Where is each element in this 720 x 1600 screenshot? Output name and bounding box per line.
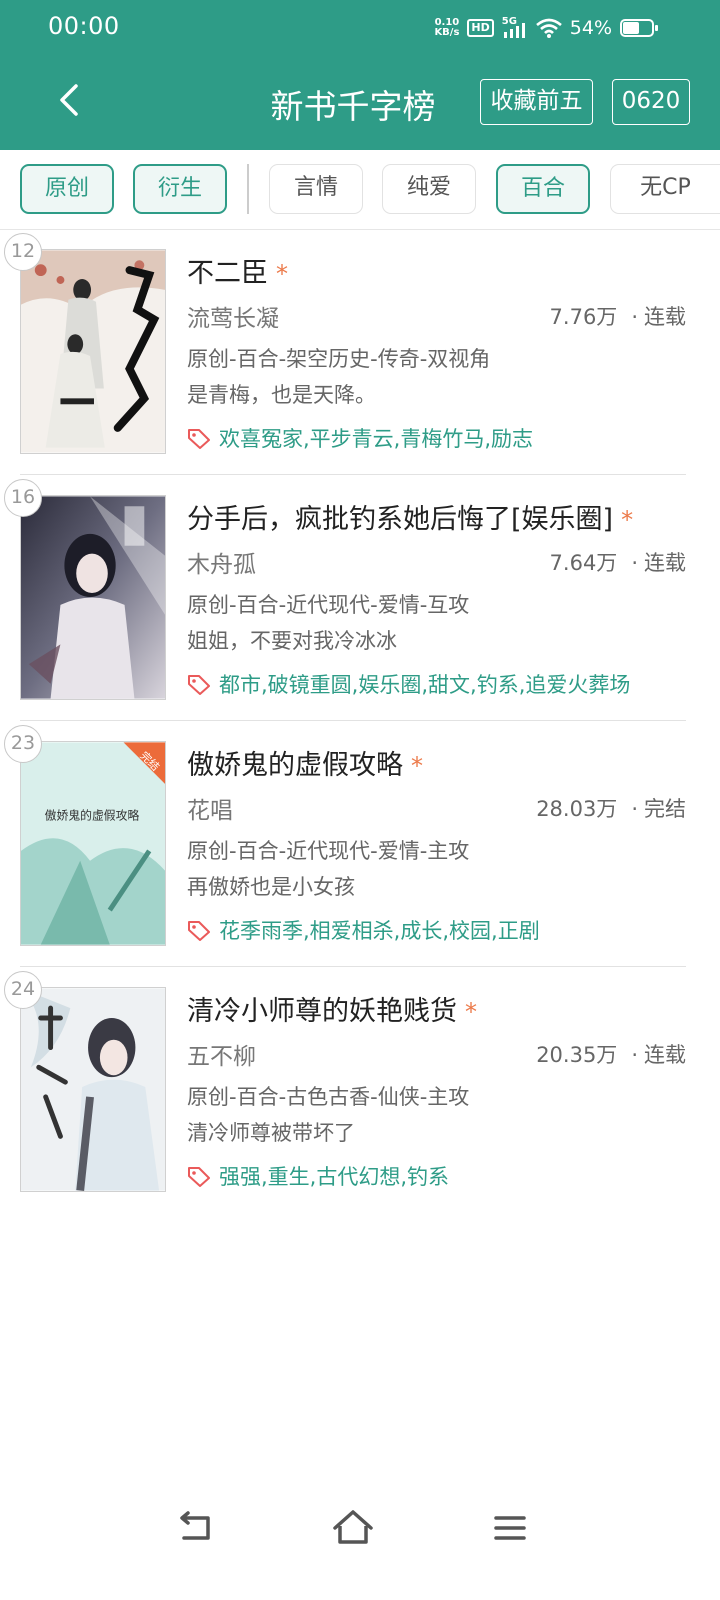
- book-author[interactable]: 流莺长凝: [187, 299, 279, 333]
- book-genre: 原创-百合-古色古香-仙侠-主攻: [187, 1085, 470, 1109]
- filter-chips: 原创 衍生 言情 纯爱 百合 无CP: [0, 150, 720, 230]
- book-genre: 原创-百合-近代现代-爱情-主攻: [187, 839, 470, 863]
- net-speed: 0.10 KB/s: [434, 17, 460, 38]
- book-title[interactable]: 不二臣 *: [187, 251, 288, 290]
- tag-icon: [188, 1167, 210, 1187]
- book-meta: 20.35万 · 连载: [536, 1043, 686, 1067]
- system-nav-bar: [0, 1490, 720, 1570]
- book-author[interactable]: 五不柳: [187, 1037, 256, 1071]
- book-summary: 是青梅，也是天降。: [187, 383, 376, 407]
- book-status: 连载: [644, 1043, 686, 1067]
- status-icons: 0.10 KB/s HD 5G 54%: [434, 14, 658, 42]
- app-bar: 00:00 0.10 KB/s HD 5G 54% 新书千字榜 收藏前五 062…: [0, 0, 720, 150]
- chip-bl[interactable]: 纯爱: [382, 164, 476, 214]
- book-meta: 7.64万 · 连载: [549, 551, 686, 575]
- book-status: 连载: [644, 551, 686, 575]
- signal-icon: 5G: [502, 16, 528, 38]
- chip-romance[interactable]: 言情: [269, 164, 363, 214]
- book-author[interactable]: 花唱: [187, 791, 233, 825]
- book-cover[interactable]: [20, 495, 166, 700]
- status-time: 00:00: [48, 12, 120, 40]
- word-count: 7.64万: [549, 551, 618, 575]
- book-title[interactable]: 清冷小师尊的妖艳贱货 *: [187, 989, 477, 1028]
- cover-title-text: 傲娇鬼的虚假攻略: [45, 808, 140, 822]
- book-item[interactable]: 24 清冷小师尊的妖艳贱货 * 五不柳 20.35万 · 连载 原创-百合-古色古香-…: [0, 967, 720, 1213]
- home-nav-icon[interactable]: [329, 1504, 377, 1552]
- book-meta: 7.76万 · 连载: [549, 305, 686, 329]
- battery-icon: [620, 19, 658, 37]
- book-title[interactable]: 傲娇鬼的虚假攻略 *: [187, 743, 423, 782]
- rank-badge: 24: [4, 971, 42, 1009]
- book-cover[interactable]: 傲娇鬼的虚假攻略 完结: [20, 741, 166, 946]
- star-marker: *: [411, 752, 423, 780]
- book-tags: 花季雨季,相爱相杀,成长,校园,正剧: [187, 915, 540, 945]
- rank-badge: 23: [4, 725, 42, 763]
- book-item[interactable]: 12 不二臣 * 流莺长凝 7.76万 · 连载 原创-百合-架空历史-传奇-双视角 …: [0, 229, 720, 475]
- book-status: 完结: [644, 797, 686, 821]
- book-item[interactable]: 16 分手后，疯批钓系她后悔了[娱乐圈] * 木舟孤 7.64万 · 连载 原创-百合…: [0, 475, 720, 721]
- cover-art-4: [21, 988, 165, 1191]
- star-marker: *: [276, 260, 288, 288]
- book-summary: 再傲娇也是小女孩: [187, 875, 355, 899]
- book-summary: 姐姐，不要对我冷冰冰: [187, 629, 397, 653]
- battery-percent: 54%: [569, 17, 612, 39]
- book-tags: 都市,破镜重圆,娱乐圈,甜文,钓系,追爱火葬场: [187, 669, 630, 699]
- chip-derivative[interactable]: 衍生: [133, 164, 227, 214]
- book-tags: 强强,重生,古代幻想,钓系: [187, 1161, 449, 1191]
- page-title: 新书千字榜: [270, 87, 436, 126]
- book-genre: 原创-百合-近代现代-爱情-互攻: [187, 593, 470, 617]
- book-item[interactable]: 23 傲娇鬼的虚假攻略 完结 傲娇鬼的虚假攻略 * 花唱 28.03万 · 完结 原创…: [0, 721, 720, 967]
- menu-nav-icon[interactable]: [486, 1504, 534, 1552]
- book-status: 连载: [644, 305, 686, 329]
- book-title[interactable]: 分手后，疯批钓系她后悔了[娱乐圈] *: [187, 497, 633, 536]
- word-count: 20.35万: [536, 1043, 618, 1067]
- word-count: 28.03万: [536, 797, 618, 821]
- cover-art-2: [21, 496, 165, 699]
- rank-badge: 16: [4, 479, 42, 517]
- tag-icon: [188, 921, 210, 941]
- collect-top5-button[interactable]: 收藏前五: [480, 79, 593, 125]
- rank-badge: 12: [4, 233, 42, 271]
- chip-no-cp[interactable]: 无CP: [610, 164, 720, 214]
- status-bar: 00:00 0.10 KB/s HD 5G 54%: [0, 0, 720, 56]
- hd-icon: HD: [467, 19, 494, 37]
- date-button[interactable]: 0620: [612, 79, 690, 125]
- word-count: 7.76万: [549, 305, 618, 329]
- wifi-icon: [535, 18, 562, 38]
- cover-art-3: 傲娇鬼的虚假攻略 完结: [21, 742, 165, 945]
- book-tags: 欢喜冤家,平步青云,青梅竹马,励志: [187, 423, 533, 453]
- star-marker: *: [465, 998, 477, 1026]
- book-genre: 原创-百合-架空历史-传奇-双视角: [187, 347, 491, 371]
- star-marker: *: [621, 506, 634, 534]
- tag-icon: [188, 675, 210, 695]
- cover-art-1: [21, 250, 165, 453]
- book-meta: 28.03万 · 完结: [536, 797, 686, 821]
- chip-divider: [247, 164, 249, 214]
- tag-icon: [188, 429, 210, 449]
- book-author[interactable]: 木舟孤: [187, 545, 256, 579]
- chip-gl[interactable]: 百合: [496, 164, 590, 214]
- book-cover[interactable]: [20, 249, 166, 454]
- book-cover[interactable]: [20, 987, 166, 1192]
- back-nav-icon[interactable]: [172, 1504, 220, 1552]
- book-summary: 清冷师尊被带坏了: [187, 1121, 355, 1145]
- chip-original[interactable]: 原创: [20, 164, 114, 214]
